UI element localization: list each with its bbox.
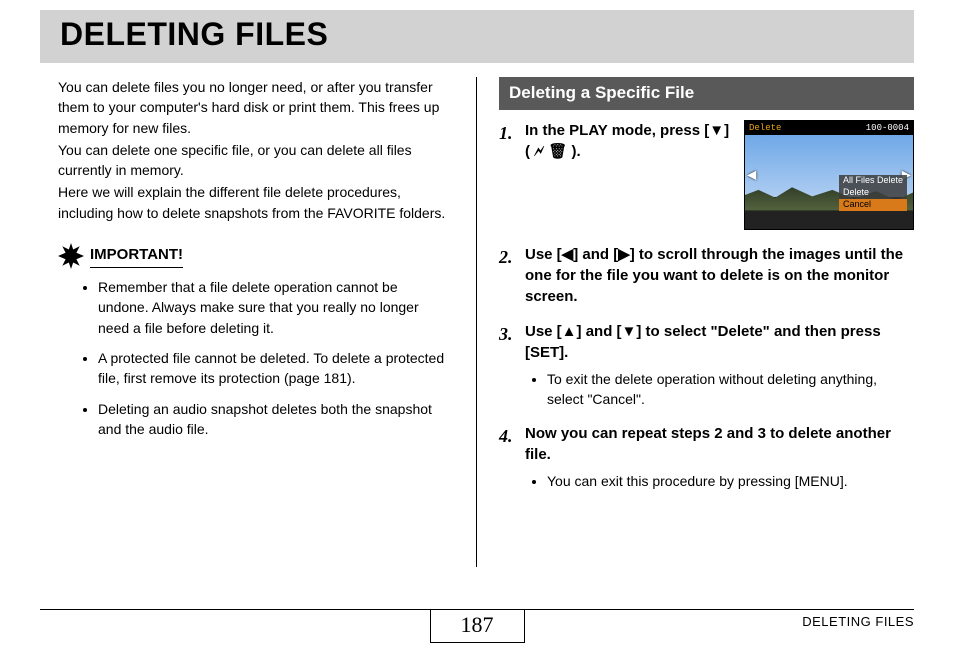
important-list: Remember that a file delete operation ca… (58, 277, 454, 439)
page-number: 187 (430, 610, 525, 643)
camera-screenshot: Delete 100-0004 ◀ ▶ All Files Delete Del… (744, 120, 914, 230)
important-header: IMPORTANT! (58, 243, 454, 269)
left-column: You can delete files you no longer need,… (40, 77, 477, 567)
step-number: 3. (499, 321, 519, 410)
step-number: 1. (499, 120, 519, 230)
down-arrow-icon: ▼ (709, 122, 724, 139)
step-text: In the PLAY mode, press [▼] ( 🗲 🗑 ). (525, 120, 730, 162)
step-number: 2. (499, 244, 519, 307)
step-text: Use [◀] and [▶] to scroll through the im… (525, 244, 914, 307)
menu-item: Delete (839, 187, 907, 199)
left-arrow-icon: ◀ (747, 166, 756, 183)
step-sub-item: To exit the delete operation without del… (547, 369, 914, 410)
important-block: IMPORTANT! Remember that a file delete o… (58, 243, 454, 439)
content-columns: You can delete files you no longer need,… (40, 77, 914, 567)
page-footer: 187 DELETING FILES (40, 609, 914, 640)
step-1: 1. In the PLAY mode, press [▼] ( 🗲 🗑 ). … (499, 120, 914, 230)
important-label: IMPORTANT! (90, 244, 183, 268)
burst-icon (58, 243, 84, 269)
footer-section-label: DELETING FILES (802, 614, 914, 629)
important-item: A protected file cannot be deleted. To d… (98, 348, 454, 389)
intro-p1: You can delete files you no longer need,… (58, 77, 454, 138)
step-text: Use [▲] and [▼] to select "Delete" and t… (525, 321, 914, 363)
step-4: 4. Now you can repeat steps 2 and 3 to d… (499, 423, 914, 491)
screenshot-mode-label: Delete (749, 122, 781, 135)
menu-item-selected: Cancel (839, 199, 907, 211)
section-heading: Deleting a Specific File (499, 77, 914, 110)
important-item: Deleting an audio snapshot deletes both … (98, 399, 454, 440)
step-2: 2. Use [◀] and [▶] to scroll through the… (499, 244, 914, 307)
step-text: Now you can repeat steps 2 and 3 to dele… (525, 423, 914, 465)
page-title: DELETING FILES (60, 16, 894, 53)
step-3: 3. Use [▲] and [▼] to select "Delete" an… (499, 321, 914, 410)
right-column: Deleting a Specific File 1. In the PLAY … (477, 77, 914, 567)
title-bar: DELETING FILES (40, 10, 914, 63)
screenshot-menu: All Files Delete Delete Cancel (839, 175, 907, 211)
menu-item: All Files Delete (839, 175, 907, 187)
step-sub-item: You can exit this procedure by pressing … (547, 471, 914, 491)
intro-p2: You can delete one specific file, or you… (58, 140, 454, 181)
important-item: Remember that a file delete operation ca… (98, 277, 454, 338)
step-number: 4. (499, 423, 519, 491)
intro-text: You can delete files you no longer need,… (58, 77, 454, 223)
screenshot-counter: 100-0004 (866, 122, 909, 135)
intro-p3: Here we will explain the different file … (58, 182, 454, 223)
